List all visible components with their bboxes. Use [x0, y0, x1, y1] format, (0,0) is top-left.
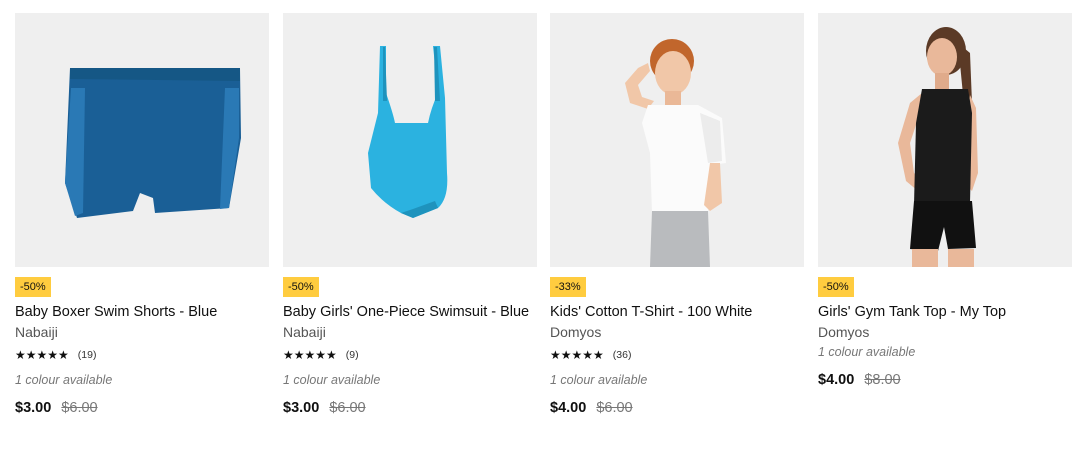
colours-available: 1 colour available — [550, 373, 648, 387]
product-brand: Nabaiji — [283, 324, 326, 340]
product-brand: Domyos — [550, 324, 602, 340]
rating: ★★★★★ (36) — [550, 348, 804, 362]
product-image[interactable] — [818, 13, 1072, 267]
rating-count: (9) — [345, 349, 359, 361]
colours-available: 1 colour available — [15, 373, 113, 387]
swimsuit-icon — [368, 46, 448, 218]
product-card[interactable]: -50% Girls' Gym Tank Top - My Top Domyos… — [818, 13, 1072, 389]
product-card[interactable]: -33% Kids' Cotton T-Shirt - 100 White Do… — [550, 13, 804, 417]
price-current: $4.00 — [818, 372, 855, 388]
product-card[interactable]: -50% Baby Boxer Swim Shorts - Blue Nabai… — [15, 13, 269, 417]
product-image[interactable] — [15, 13, 269, 267]
product-image[interactable] — [550, 13, 804, 267]
price-original: $6.00 — [596, 400, 633, 416]
product-card[interactable]: -50% Baby Girls' One-Piece Swimsuit - Bl… — [283, 13, 537, 417]
discount-badge: -50% — [15, 277, 51, 297]
rating-count: (36) — [612, 349, 632, 361]
discount-badge: -33% — [550, 277, 586, 297]
girl-tank-top-photo-icon — [898, 27, 978, 267]
price: $4.00 $8.00 — [818, 372, 1072, 389]
price: $4.00 $6.00 — [550, 400, 804, 417]
discount-badge: -50% — [818, 277, 854, 297]
product-grid: -50% Baby Boxer Swim Shorts - Blue Nabai… — [0, 0, 1080, 453]
price: $3.00 $6.00 — [283, 400, 537, 417]
price-current: $4.00 — [550, 400, 587, 416]
swim-shorts-icon — [65, 68, 241, 218]
rating: ★★★★★ (9) — [283, 348, 537, 362]
colours-available: 1 colour available — [818, 345, 916, 359]
price-current: $3.00 — [283, 400, 320, 416]
price-current: $3.00 — [15, 400, 52, 416]
product-title[interactable]: Girls' Gym Tank Top - My Top — [818, 304, 1072, 321]
child-tshirt-photo-icon — [625, 39, 726, 267]
discount-badge: -50% — [283, 277, 319, 297]
price-original: $6.00 — [329, 400, 366, 416]
rating-stars-icon: ★★★★★ — [15, 348, 69, 362]
colours-available: 1 colour available — [283, 373, 381, 387]
product-brand: Nabaiji — [15, 324, 58, 340]
rating-count: (19) — [77, 349, 97, 361]
product-title[interactable]: Kids' Cotton T-Shirt - 100 White — [550, 304, 804, 321]
rating: ★★★★★ (19) — [15, 348, 269, 362]
price-original: $6.00 — [61, 400, 98, 416]
product-image[interactable] — [283, 13, 537, 267]
rating-stars-icon: ★★★★★ — [283, 348, 337, 362]
product-brand: Domyos — [818, 324, 870, 340]
price-original: $8.00 — [864, 372, 901, 388]
price: $3.00 $6.00 — [15, 400, 269, 417]
product-title[interactable]: Baby Girls' One-Piece Swimsuit - Blue — [283, 304, 537, 321]
rating-stars-icon: ★★★★★ — [550, 348, 604, 362]
product-title[interactable]: Baby Boxer Swim Shorts - Blue — [15, 304, 269, 321]
